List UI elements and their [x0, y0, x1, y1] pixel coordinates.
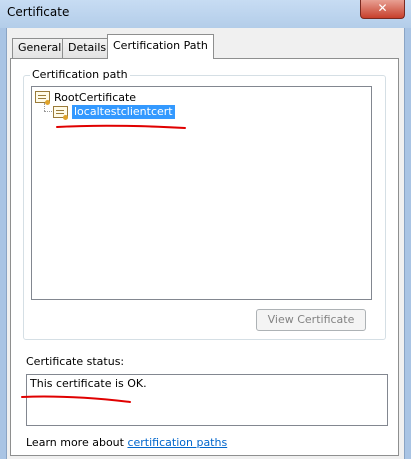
view-certificate-button[interactable]: View Certificate — [256, 309, 366, 331]
certification-paths-link[interactable]: certification paths — [127, 436, 227, 449]
certification-path-group: Certification path RootCertificate local… — [23, 68, 386, 340]
tab-details[interactable]: Details — [62, 38, 113, 58]
certificate-status-text: This certificate is OK. — [30, 377, 147, 390]
learn-more-text: Learn more about certification paths — [26, 436, 227, 449]
title-bar[interactable]: Certificate ✕ — [0, 0, 411, 28]
certificate-status-label: Certificate status: — [26, 355, 125, 368]
tree-item-root[interactable]: RootCertificate — [35, 89, 136, 105]
certification-path-tree[interactable]: RootCertificate localtestclientcert — [31, 86, 372, 300]
tab-general[interactable]: General — [12, 38, 68, 58]
tree-item-client-cert[interactable]: localtestclientcert — [53, 104, 175, 120]
dialog-client-area: General Details Certification Path Certi… — [6, 28, 405, 459]
tree-connector — [44, 111, 52, 112]
certificate-icon — [35, 91, 50, 105]
tab-certification-path[interactable]: Certification Path — [107, 34, 214, 59]
window-title: Certificate — [7, 5, 70, 19]
certificate-status-box[interactable]: This certificate is OK. — [26, 374, 388, 426]
tree-connector — [44, 103, 45, 111]
close-button[interactable]: ✕ — [360, 0, 405, 19]
learn-more-prefix: Learn more about — [26, 436, 128, 449]
close-icon: ✕ — [377, 1, 388, 15]
certification-path-label: Certification path — [30, 68, 130, 81]
tree-item-label: localtestclientcert — [72, 105, 175, 119]
tree-item-label: RootCertificate — [54, 90, 137, 104]
certificate-icon — [53, 106, 68, 120]
